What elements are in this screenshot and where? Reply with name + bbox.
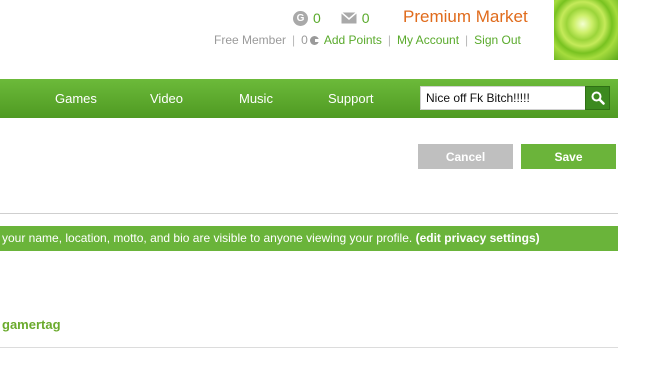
- account-links: Free Member | 0 Add Points | My Account …: [214, 33, 521, 47]
- gamerscore-icon: G: [293, 10, 308, 26]
- cancel-button[interactable]: Cancel: [418, 144, 513, 169]
- search-icon: [591, 91, 605, 105]
- separator: |: [387, 33, 392, 47]
- mail-icon[interactable]: [340, 12, 357, 24]
- privacy-banner-text: your name, location, motto, and bio are …: [2, 231, 413, 245]
- gamerscore-count: 0: [313, 10, 321, 26]
- privacy-banner: your name, location, motto, and bio are …: [0, 226, 618, 251]
- header-counts: G 0 0: [293, 9, 370, 27]
- my-account-link[interactable]: My Account: [397, 33, 459, 47]
- separator: |: [292, 33, 296, 47]
- add-points-link[interactable]: Add Points: [324, 33, 382, 47]
- points-count: 0: [301, 33, 308, 47]
- edit-privacy-settings-link[interactable]: (edit privacy settings): [416, 231, 540, 245]
- avatar[interactable]: [554, 0, 618, 60]
- nav-item-games[interactable]: Games: [55, 91, 97, 106]
- premium-market-link[interactable]: Premium Market: [403, 7, 528, 27]
- nav-item-support[interactable]: Support: [328, 91, 374, 106]
- nav-item-video[interactable]: Video: [150, 91, 183, 106]
- messages-count[interactable]: 0: [362, 10, 370, 26]
- sign-out-link[interactable]: Sign Out: [474, 33, 521, 47]
- divider: [0, 347, 618, 348]
- separator: |: [465, 33, 469, 47]
- membership-label: Free Member: [214, 33, 287, 47]
- search-input[interactable]: [420, 86, 592, 110]
- divider: [0, 213, 618, 214]
- save-button[interactable]: Save: [521, 144, 616, 169]
- section-title-gamertag: gamertag: [2, 317, 61, 332]
- search-button[interactable]: [585, 86, 610, 110]
- points-coin-icon: [309, 35, 319, 45]
- nav-item-music[interactable]: Music: [239, 91, 273, 106]
